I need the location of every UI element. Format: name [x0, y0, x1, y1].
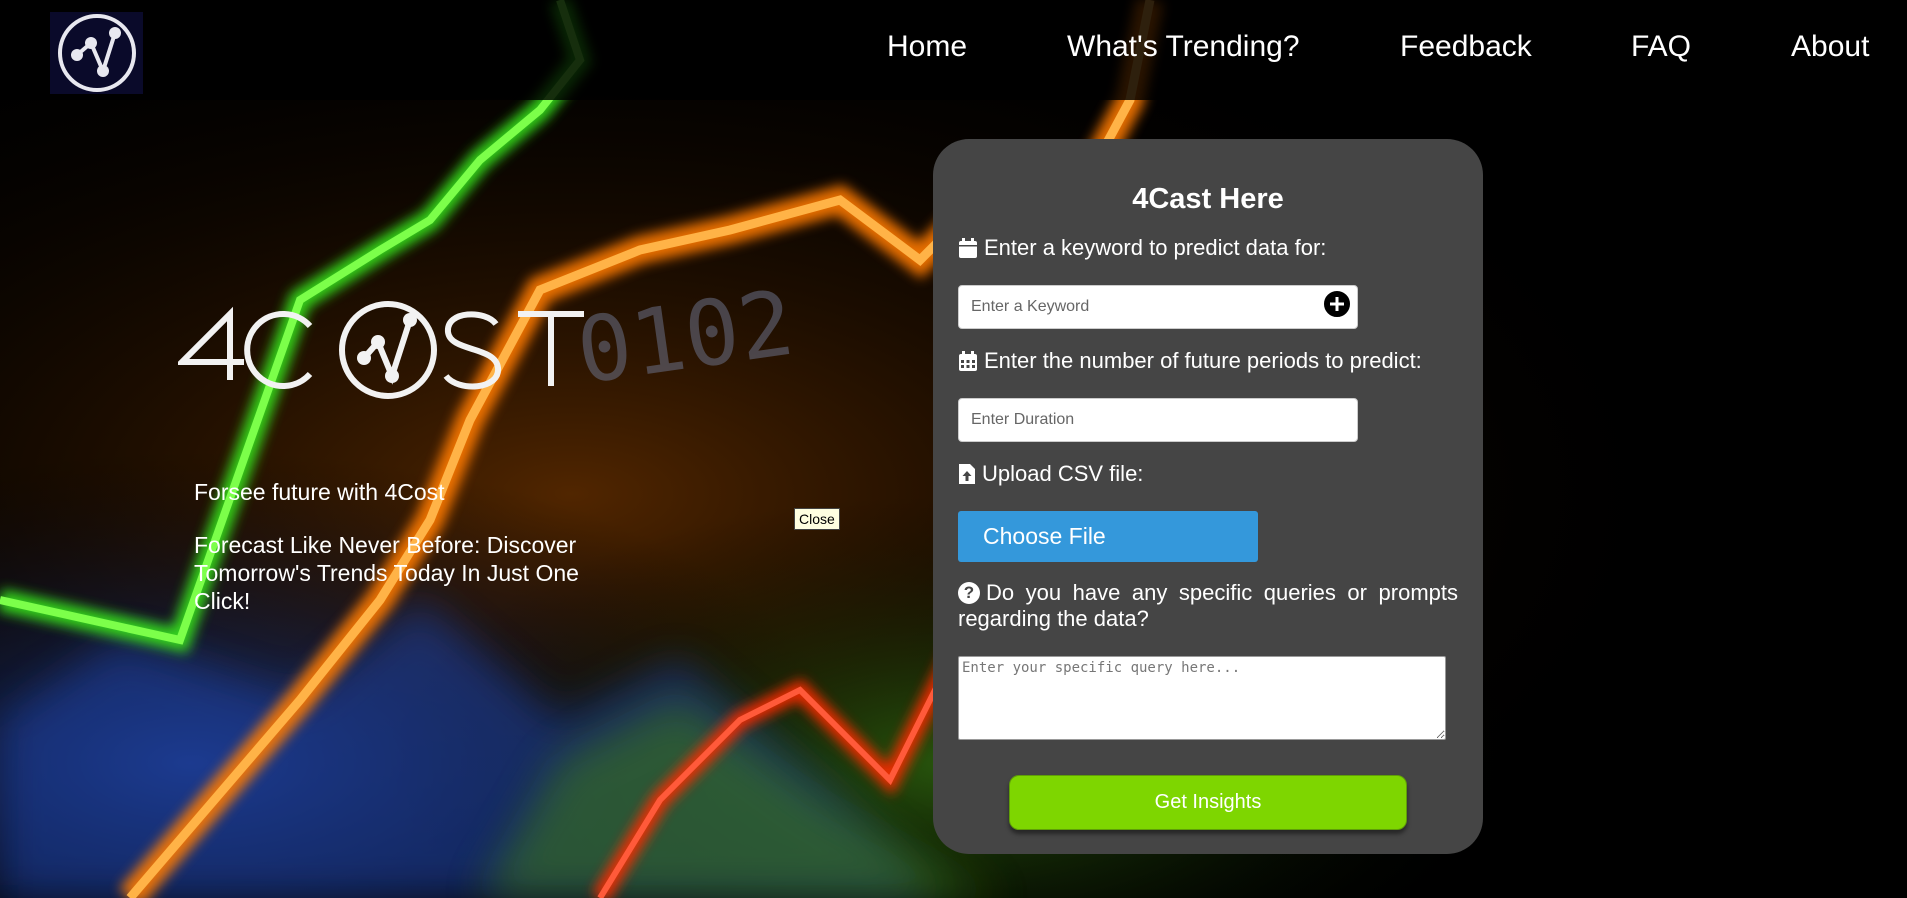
upload-label: Upload CSV file: — [982, 461, 1144, 486]
query-label: Do you have any specific queries or prom… — [958, 580, 1458, 631]
close-tooltip: Close — [794, 508, 840, 530]
question-circle-icon: ? — [958, 582, 980, 604]
hero-tagline: Forsee future with 4Cost Forecast Like N… — [194, 478, 614, 615]
query-label-row: ? Do you have any specific queries or pro… — [958, 580, 1458, 632]
nav-feedback[interactable]: Feedback — [1400, 30, 1532, 64]
duration-label-row: Enter the number of future periods to pr… — [958, 348, 1422, 374]
keyword-input[interactable] — [958, 285, 1358, 329]
hero-headline: Forsee future with 4Cost — [194, 479, 445, 505]
upload-label-row: Upload CSV file: — [958, 461, 1143, 487]
nav-whats-trending[interactable]: What's Trending? — [1067, 30, 1300, 64]
hero-subline: Forecast Like Never Before: Discover Tom… — [194, 532, 579, 614]
brand-wordmark-logo — [178, 301, 584, 399]
file-upload-icon — [959, 464, 975, 484]
query-textarea[interactable] — [958, 656, 1446, 740]
duration-label: Enter the number of future periods to pr… — [984, 348, 1422, 373]
top-navbar: Home What's Trending? Feedback FAQ About — [0, 0, 1907, 100]
duration-input[interactable] — [958, 398, 1358, 442]
network-graph-icon — [57, 14, 136, 92]
keyword-label: Enter a keyword to predict data for: — [984, 235, 1327, 260]
forecast-form-panel: 4Cast Here Enter a keyword to predict da… — [933, 139, 1483, 854]
choose-file-button[interactable]: Choose File — [958, 511, 1258, 562]
calendar-icon — [959, 238, 977, 258]
nav-faq[interactable]: FAQ — [1631, 30, 1691, 64]
nav-about[interactable]: About — [1791, 30, 1869, 64]
keyword-label-row: Enter a keyword to predict data for: — [958, 235, 1326, 261]
get-insights-button[interactable]: Get Insights — [1009, 775, 1407, 830]
plus-circle-icon — [1330, 297, 1344, 311]
site-logo[interactable] — [50, 12, 143, 94]
form-title: 4Cast Here — [1132, 183, 1284, 215]
calendar-grid-icon — [959, 351, 977, 371]
add-keyword-button[interactable] — [1322, 289, 1352, 319]
nav-home[interactable]: Home — [887, 30, 967, 64]
